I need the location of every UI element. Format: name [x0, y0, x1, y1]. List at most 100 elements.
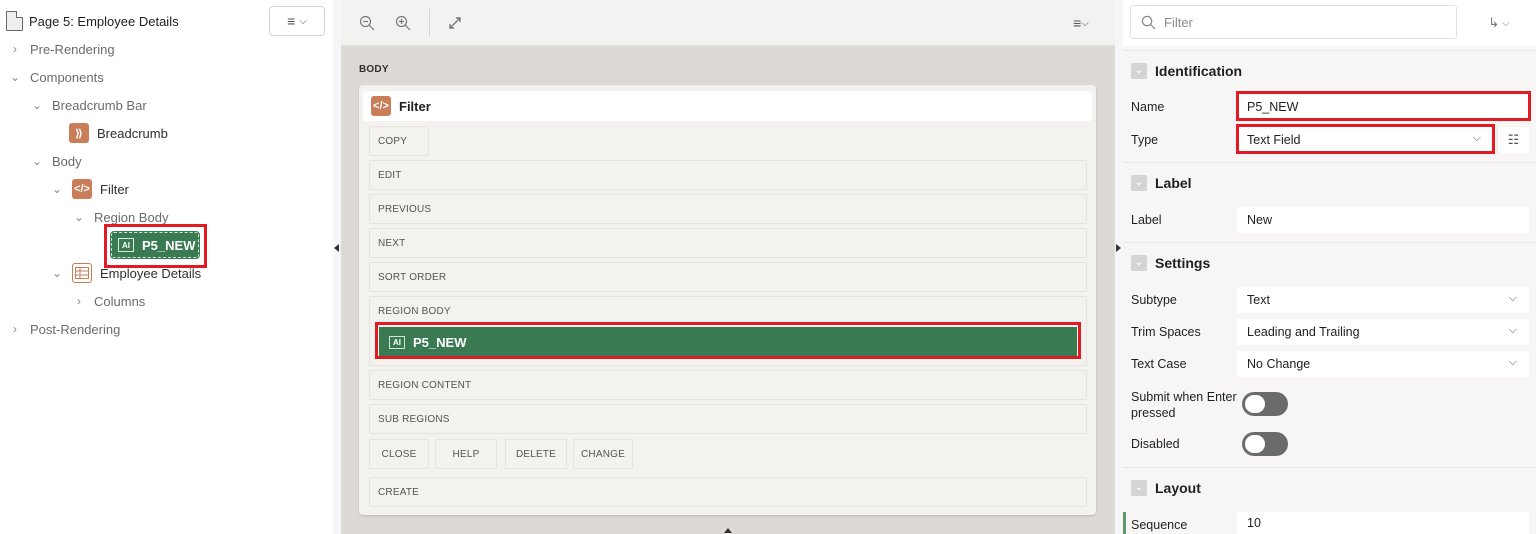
tree-node-label: Components: [30, 69, 104, 85]
zoom-in-button[interactable]: [390, 10, 416, 36]
group-layout[interactable]: ⌄ Layout: [1123, 467, 1536, 507]
slot-change[interactable]: CHANGE: [573, 439, 633, 469]
zoom-in-icon: [395, 15, 411, 31]
property-editor-toolbar: Filter ↳ ⌵: [1123, 0, 1536, 46]
layout-item-p5-new[interactable]: AI P5_NEW: [379, 327, 1077, 357]
trim-spaces-select[interactable]: Leading and Trailing ⌵: [1237, 319, 1529, 345]
prop-label-type: Type: [1131, 133, 1159, 147]
slot-region-content[interactable]: REGION CONTENT: [369, 370, 1087, 400]
tree-node-body[interactable]: ⌄ Body: [30, 148, 82, 174]
tree-node-employee-details[interactable]: ⌄ Employee Details: [50, 260, 201, 286]
tree-node-post-rendering[interactable]: › Post-Rendering: [8, 316, 120, 342]
right-splitter[interactable]: [1115, 0, 1123, 534]
slot-edit[interactable]: EDIT: [369, 160, 1087, 190]
chevron-down-icon: ⌵: [1472, 132, 1481, 144]
chevron-down-icon: ⌵: [299, 15, 307, 27]
collapse-left-icon[interactable]: [334, 244, 339, 252]
slot-sort-order[interactable]: SORT ORDER: [369, 262, 1087, 292]
filter-placeholder: Filter: [1164, 14, 1193, 30]
chevron-down-icon[interactable]: ⌄: [30, 98, 44, 112]
property-filter-input[interactable]: Filter: [1130, 5, 1457, 39]
prop-label-submit-when-enter: Submit when Enter pressed: [1131, 390, 1237, 420]
tree-node-label: P5_NEW: [142, 237, 196, 253]
item-label: P5_NEW: [413, 334, 467, 350]
toolbar-separator: [429, 9, 430, 37]
text-field-icon: AI: [389, 335, 405, 349]
tree-node-components[interactable]: ⌄ Components: [8, 64, 104, 90]
tree-node-pre-rendering[interactable]: › Pre-Rendering: [8, 36, 115, 62]
tree-node-filter[interactable]: ⌄ </> Filter: [50, 176, 129, 202]
tree-node-label: Post-Rendering: [30, 321, 121, 337]
tree-node-region-body[interactable]: ⌄ Region Body: [72, 204, 168, 230]
slot-create[interactable]: CREATE: [369, 477, 1087, 507]
type-list-button[interactable]: ☷: [1497, 127, 1529, 153]
zoom-out-button[interactable]: [354, 10, 380, 36]
chevron-down-icon[interactable]: ⌄: [50, 182, 64, 196]
tree-node-label: Region Body: [94, 209, 169, 225]
breadcrumb-icon: ⟫: [69, 123, 89, 143]
collapse-chevron-icon[interactable]: ⌄: [1131, 174, 1147, 191]
tree-node-breadcrumb[interactable]: ⟫ Breadcrumb: [69, 120, 168, 146]
chevron-right-icon[interactable]: ›: [8, 42, 22, 56]
region-title: Filter: [399, 98, 431, 114]
go-to-group-button[interactable]: ↳ ⌵: [1481, 12, 1517, 34]
tree-node-label: Pre-Rendering: [30, 41, 115, 57]
body-position-label: BODY: [359, 64, 389, 75]
type-select[interactable]: Text Field ⌵: [1237, 127, 1493, 153]
disabled-toggle[interactable]: [1242, 432, 1288, 456]
group-settings[interactable]: ⌄ Settings: [1123, 242, 1536, 282]
left-splitter[interactable]: [333, 0, 341, 534]
tree-node-label: Filter: [100, 181, 129, 197]
prop-label-label: Label: [1131, 213, 1162, 227]
chevron-down-icon[interactable]: ⌄: [72, 210, 86, 224]
hamburger-icon: ≡: [287, 13, 296, 29]
name-input[interactable]: P5_NEW: [1237, 94, 1529, 120]
slot-delete[interactable]: DELETE: [505, 439, 567, 469]
tree-menu-button[interactable]: ≡ ⌵: [269, 6, 325, 36]
page-node[interactable]: Page 5: Employee Details: [6, 8, 179, 34]
chevron-down-icon: ⌵: [1508, 292, 1517, 304]
chevron-down-icon[interactable]: ⌄: [8, 70, 22, 84]
chevron-right-icon[interactable]: ›: [72, 294, 86, 308]
collapse-chevron-icon[interactable]: ⌄: [1131, 479, 1147, 496]
subtype-select[interactable]: Text ⌵: [1237, 287, 1529, 313]
tree-node-columns[interactable]: › Columns: [72, 288, 145, 314]
slot-close[interactable]: CLOSE: [369, 439, 429, 469]
tree-node-p5-new-selected[interactable]: AI P5_NEW: [110, 231, 200, 259]
collapse-chevron-icon[interactable]: ⌄: [1131, 254, 1147, 271]
static-content-icon: </>: [72, 179, 92, 199]
slot-copy[interactable]: COPY: [369, 126, 429, 156]
prop-label-subtype: Subtype: [1131, 293, 1177, 307]
group-identification[interactable]: ⌄ Identification: [1123, 50, 1536, 90]
layout-pane: ≡ ⌵ BODY </> Filter COPY EDIT PREVIOUS NE…: [341, 0, 1115, 534]
slot-previous[interactable]: PREVIOUS: [369, 194, 1087, 224]
tree-node-breadcrumb-bar[interactable]: ⌄ Breadcrumb Bar: [30, 92, 147, 118]
prop-label-text-case: Text Case: [1131, 357, 1187, 371]
slot-next[interactable]: NEXT: [369, 228, 1087, 258]
filter-region-header[interactable]: </> Filter: [363, 91, 1092, 121]
sequence-value: 10: [1247, 516, 1261, 530]
page-title: Page 5: Employee Details: [29, 13, 179, 29]
chevron-down-icon[interactable]: ⌄: [50, 266, 64, 280]
slot-help[interactable]: HELP: [435, 439, 497, 469]
group-title: Layout: [1155, 479, 1201, 496]
text-field-icon: AI: [118, 238, 134, 252]
submit-when-enter-toggle[interactable]: [1242, 392, 1288, 416]
chevron-down-icon: ⌵: [1502, 17, 1510, 29]
chevron-down-icon[interactable]: ⌄: [30, 154, 44, 168]
slot-sub-regions[interactable]: SUB REGIONS: [369, 404, 1087, 434]
prop-label-sequence: Sequence: [1131, 518, 1188, 532]
expand-bottom-icon[interactable]: [724, 528, 732, 533]
label-input[interactable]: New: [1237, 207, 1529, 233]
table-icon: [72, 263, 92, 283]
tree-node-label: Breadcrumb: [97, 125, 168, 141]
chevron-right-icon[interactable]: ›: [8, 322, 22, 336]
text-case-select[interactable]: No Change ⌵: [1237, 351, 1529, 377]
sequence-input[interactable]: 10: [1237, 512, 1529, 534]
group-label[interactable]: ⌄ Label: [1123, 162, 1536, 202]
collapse-right-icon[interactable]: [1116, 244, 1121, 252]
layout-menu-button[interactable]: ≡ ⌵: [1065, 10, 1097, 36]
tree-node-label: Columns: [94, 293, 146, 309]
expand-button[interactable]: [442, 10, 468, 36]
collapse-chevron-icon[interactable]: ⌄: [1131, 62, 1147, 79]
